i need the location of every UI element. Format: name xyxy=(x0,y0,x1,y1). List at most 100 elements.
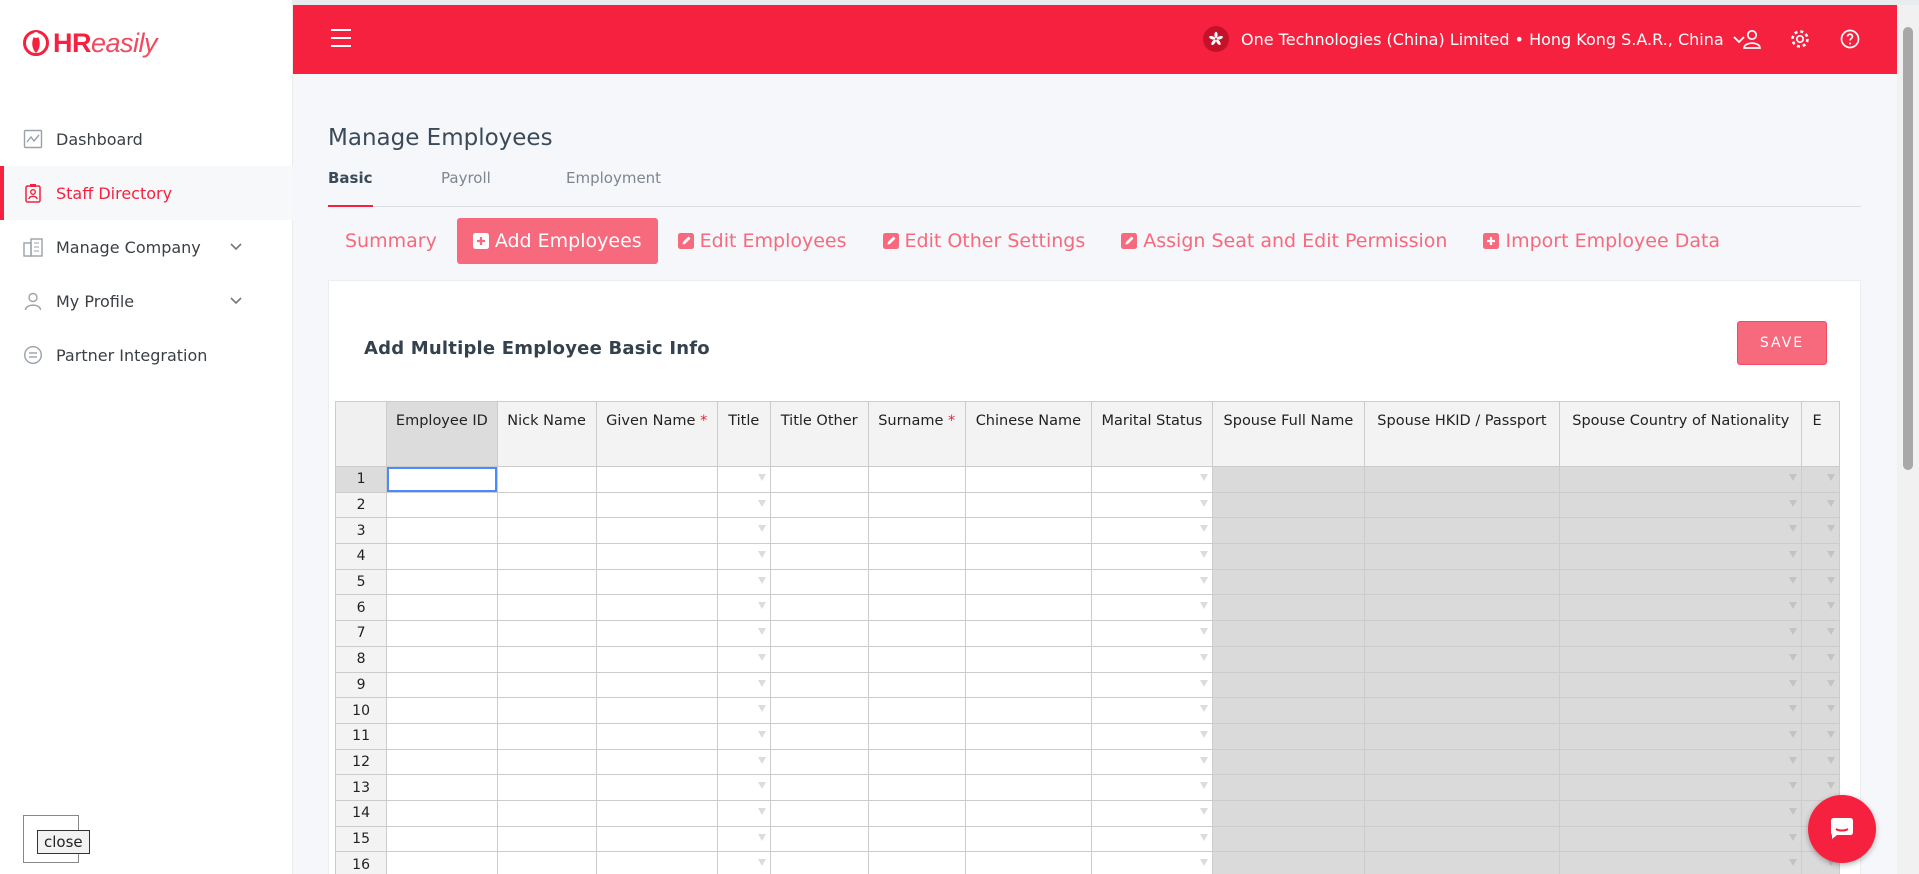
grid-cell[interactable] xyxy=(386,825,498,853)
dropdown-arrow-icon[interactable] xyxy=(1827,782,1835,790)
dropdown-arrow-icon[interactable] xyxy=(1827,499,1835,507)
grid-cell[interactable] xyxy=(769,568,869,596)
tab-basic[interactable]: Basic xyxy=(328,169,373,207)
grid-cell[interactable] xyxy=(1211,594,1365,622)
column-header-marital-status[interactable]: Marital Status xyxy=(1090,401,1213,467)
grid-cell[interactable] xyxy=(1363,774,1561,801)
grid-cell[interactable] xyxy=(716,722,771,750)
dropdown-arrow-icon[interactable] xyxy=(757,756,766,764)
dropdown-arrow-icon[interactable] xyxy=(1199,730,1208,738)
dropdown-arrow-icon[interactable] xyxy=(1789,602,1798,610)
grid-cell[interactable] xyxy=(867,825,966,853)
grid-cell[interactable] xyxy=(1211,851,1365,874)
grid-cell[interactable] xyxy=(1211,774,1365,801)
grid-cell[interactable] xyxy=(595,722,718,750)
grid-cell[interactable] xyxy=(1090,594,1213,622)
grid-cell[interactable] xyxy=(964,466,1092,493)
grid-cell[interactable] xyxy=(769,799,869,827)
grid-cell[interactable] xyxy=(1211,645,1365,673)
subnav-edit-employees[interactable]: Edit Employees xyxy=(677,230,847,252)
grid-cell[interactable] xyxy=(496,799,597,827)
subnav-assign-seat[interactable]: Assign Seat and Edit Permission xyxy=(1121,230,1447,252)
grid-cell[interactable] xyxy=(1363,594,1561,622)
grid-cell[interactable] xyxy=(964,774,1092,801)
close-button[interactable]: close xyxy=(23,815,90,863)
grid-cell[interactable] xyxy=(386,851,498,874)
grid-cell[interactable] xyxy=(386,748,498,776)
row-number[interactable]: 4 xyxy=(335,543,388,570)
chevron-down-icon[interactable] xyxy=(228,292,244,308)
grid-cell[interactable] xyxy=(964,799,1092,827)
subnav-edit-other-settings[interactable]: Edit Other Settings xyxy=(882,230,1085,252)
grid-cell[interactable] xyxy=(496,543,597,570)
dropdown-arrow-icon[interactable] xyxy=(1789,807,1798,815)
grid-cell[interactable] xyxy=(964,851,1092,874)
logo[interactable]: HReasily xyxy=(22,26,158,60)
grid-cell[interactable] xyxy=(1801,491,1840,519)
grid-cell[interactable] xyxy=(1211,543,1365,570)
grid-cell[interactable] xyxy=(769,748,869,776)
grid-cell[interactable] xyxy=(595,645,718,673)
grid-cell[interactable] xyxy=(595,671,718,699)
gear-icon[interactable] xyxy=(1789,28,1811,50)
grid-cell[interactable] xyxy=(1211,799,1365,827)
grid-cell[interactable] xyxy=(1559,851,1803,874)
grid-cell[interactable] xyxy=(964,825,1092,853)
grid-cell[interactable] xyxy=(496,594,597,622)
grid-cell[interactable] xyxy=(1090,851,1213,874)
grid-cell[interactable] xyxy=(716,825,771,853)
grid-cell[interactable] xyxy=(1363,697,1561,724)
grid-cell[interactable] xyxy=(1363,568,1561,596)
row-number[interactable]: 7 xyxy=(335,620,388,647)
grid-cell[interactable] xyxy=(867,722,966,750)
dropdown-arrow-icon[interactable] xyxy=(1199,653,1208,661)
grid-cell[interactable] xyxy=(386,491,498,519)
dropdown-arrow-icon[interactable] xyxy=(1827,679,1835,687)
grid-cell[interactable] xyxy=(716,774,771,801)
grid-cell[interactable] xyxy=(1090,517,1213,545)
grid-cell[interactable] xyxy=(496,645,597,673)
dropdown-arrow-icon[interactable] xyxy=(1827,576,1835,584)
grid-cell[interactable] xyxy=(1559,671,1803,699)
grid-cell[interactable] xyxy=(867,543,966,570)
dropdown-arrow-icon[interactable] xyxy=(1827,474,1835,481)
dropdown-arrow-icon[interactable] xyxy=(1789,628,1798,636)
row-number[interactable]: 16 xyxy=(335,851,388,874)
user-account-icon[interactable] xyxy=(1741,28,1763,50)
grid-cell[interactable] xyxy=(595,466,718,493)
grid-cell[interactable] xyxy=(595,774,718,801)
grid-cell[interactable] xyxy=(1801,722,1840,750)
row-number[interactable]: 3 xyxy=(335,517,388,545)
dropdown-arrow-icon[interactable] xyxy=(757,474,766,481)
dropdown-arrow-icon[interactable] xyxy=(757,576,766,584)
grid-cell[interactable] xyxy=(386,543,498,570)
grid-cell[interactable] xyxy=(1559,594,1803,622)
grid-cell[interactable] xyxy=(964,697,1092,724)
grid-cell[interactable] xyxy=(386,645,498,673)
grid-cell[interactable] xyxy=(386,774,498,801)
subnav-import-employee-data[interactable]: Import Employee Data xyxy=(1483,230,1720,252)
column-header-title[interactable]: Title xyxy=(716,401,771,467)
grid-cell[interactable] xyxy=(496,851,597,874)
grid-cell[interactable] xyxy=(386,799,498,827)
save-button[interactable]: SAVE xyxy=(1737,321,1827,365)
tab-employment[interactable]: Employment xyxy=(566,169,661,187)
grid-cell[interactable] xyxy=(964,748,1092,776)
grid-cell[interactable] xyxy=(1559,774,1803,801)
grid-cell[interactable] xyxy=(595,491,718,519)
dropdown-arrow-icon[interactable] xyxy=(1199,705,1208,713)
grid-cell[interactable] xyxy=(1363,722,1561,750)
grid-cell[interactable] xyxy=(867,851,966,874)
dropdown-arrow-icon[interactable] xyxy=(1827,730,1835,738)
column-header-employee-id[interactable]: Employee ID xyxy=(386,401,498,467)
dropdown-arrow-icon[interactable] xyxy=(1789,653,1798,661)
dropdown-arrow-icon[interactable] xyxy=(757,551,766,559)
dropdown-arrow-icon[interactable] xyxy=(1827,653,1835,661)
grid-cell[interactable] xyxy=(867,645,966,673)
sidebar-item-staff-directory[interactable]: Staff Directory xyxy=(0,166,293,220)
grid-cell[interactable] xyxy=(496,568,597,596)
dropdown-arrow-icon[interactable] xyxy=(1789,756,1798,764)
grid-cell[interactable] xyxy=(1363,825,1561,853)
grid-cell[interactable] xyxy=(716,491,771,519)
grid-cell[interactable] xyxy=(595,620,718,647)
